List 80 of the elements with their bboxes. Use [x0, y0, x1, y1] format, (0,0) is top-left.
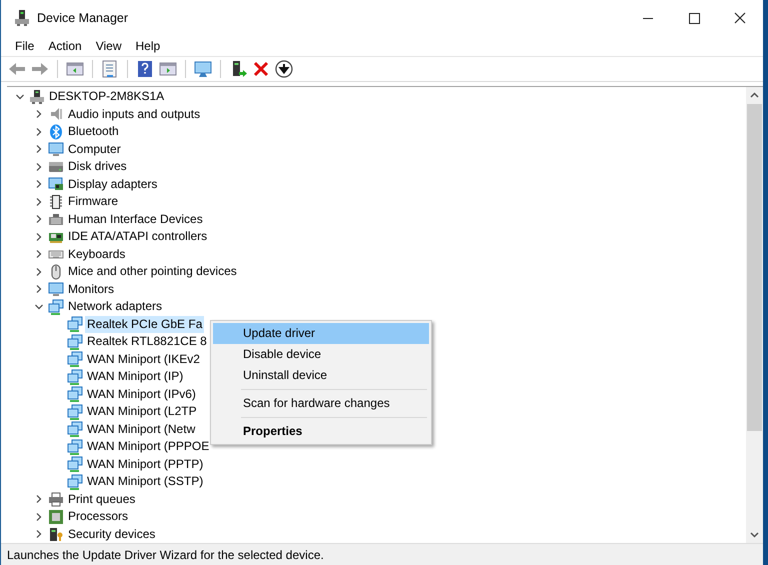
tree-item[interactable]: Firmware: [66, 193, 120, 210]
tree-item[interactable]: Disk drives: [66, 158, 129, 176]
network-icon: [48, 298, 64, 315]
menu-item[interactable]: Disable device: [213, 344, 429, 365]
expander-icon[interactable]: [35, 232, 43, 241]
display-adapter-icon: [48, 176, 64, 192]
device-manager-icon: [15, 10, 29, 26]
network-icon: [67, 438, 83, 455]
network-icon: [67, 334, 83, 350]
monitor-icon: [48, 281, 64, 298]
menu-item[interactable]: Help: [128, 39, 168, 53]
chip-icon: [48, 194, 64, 210]
expander-icon[interactable]: [35, 162, 43, 171]
tree-item[interactable]: DESKTOP-2M8KS1A: [47, 88, 166, 106]
keyboard-icon: [48, 211, 64, 228]
tree-item[interactable]: IDE ATA/ATAPI controllers: [66, 228, 210, 246]
tree-item[interactable]: WAN Miniport (IP): [85, 368, 186, 386]
tree-item[interactable]: Network adapters: [66, 298, 164, 316]
processor-icon: [48, 508, 64, 525]
tree-item[interactable]: WAN Miniport (PPPOE: [85, 438, 212, 456]
tree-item[interactable]: Mice and other pointing devices: [66, 263, 239, 280]
tree-item[interactable]: Display adapters: [66, 176, 160, 193]
menu-item[interactable]: Uninstall device: [213, 365, 429, 386]
menu-item[interactable]: Action: [41, 39, 89, 53]
expander-icon[interactable]: [35, 128, 43, 136]
tree-item[interactable]: WAN Miniport (SSTP): [85, 473, 206, 490]
tree-item[interactable]: WAN Miniport (Netw: [85, 420, 198, 438]
tree-item[interactable]: Audio inputs and outputs: [66, 106, 202, 123]
network-icon: [67, 404, 83, 420]
bluetooth-icon: [48, 124, 64, 140]
network-icon: [67, 386, 83, 402]
expander-icon[interactable]: [35, 198, 43, 206]
expander-icon[interactable]: [35, 512, 43, 521]
network-icon: [67, 421, 83, 438]
scrollbar-thumb[interactable]: [747, 104, 762, 431]
printer-icon: [48, 491, 64, 508]
expander-icon[interactable]: [35, 250, 43, 258]
tree-item[interactable]: WAN Miniport (IPv6): [85, 386, 198, 403]
menu-item[interactable]: Update driver: [213, 323, 429, 344]
status-text: Launches the Update Driver Wizard for the selected device.: [7, 548, 324, 562]
network-icon: [67, 351, 83, 368]
tree-item[interactable]: Keyboards: [66, 246, 128, 263]
tree-item[interactable]: Monitors: [66, 280, 116, 298]
tree-item[interactable]: Print queues: [66, 490, 138, 508]
window-title: Device Manager: [37, 11, 128, 25]
menu-item[interactable]: Properties: [213, 421, 429, 442]
tree-item[interactable]: Human Interface Devices: [66, 210, 205, 228]
menu-item[interactable]: Scan for hardware changes: [213, 393, 429, 414]
tree-item[interactable]: Realtek PCIe GbE Fa: [85, 316, 204, 333]
tree-item[interactable]: WAN Miniport (L2TP: [85, 403, 199, 420]
tree-item[interactable]: Security devices: [66, 526, 158, 543]
expander-icon[interactable]: [35, 145, 43, 154]
menu-item[interactable]: File: [8, 39, 42, 53]
monitor-icon: [48, 141, 64, 158]
expander-icon[interactable]: [16, 92, 24, 101]
expander-icon[interactable]: [35, 530, 43, 538]
tree-item[interactable]: Computer: [66, 140, 123, 158]
expander-icon[interactable]: [35, 268, 43, 276]
expander-icon[interactable]: [35, 302, 43, 311]
expander-icon[interactable]: [35, 180, 43, 188]
help-icon[interactable]: [135, 59, 155, 79]
tree-item[interactable]: WAN Miniport (IKEv2: [85, 350, 202, 368]
expander-icon[interactable]: [35, 285, 43, 294]
tree-item[interactable]: Bluetooth: [66, 123, 121, 140]
security-icon: [48, 526, 64, 542]
computer-icon: [29, 88, 45, 105]
tree-item[interactable]: Realtek RTL8821CE 8: [85, 333, 209, 350]
expander-icon[interactable]: [35, 495, 43, 504]
expander-icon[interactable]: [35, 110, 43, 118]
network-icon: [67, 316, 83, 332]
tree-item[interactable]: Processors: [66, 508, 130, 526]
menu-item[interactable]: View: [88, 39, 128, 53]
network-icon: [67, 368, 83, 385]
cross-icon[interactable]: [251, 59, 271, 79]
network-icon: [67, 474, 83, 490]
network-icon: [67, 456, 83, 472]
speaker-icon: [48, 106, 64, 122]
tree-item[interactable]: WAN Miniport (PPTP): [85, 456, 206, 473]
monitor-icon[interactable]: [193, 59, 213, 79]
expander-icon[interactable]: [35, 215, 43, 224]
